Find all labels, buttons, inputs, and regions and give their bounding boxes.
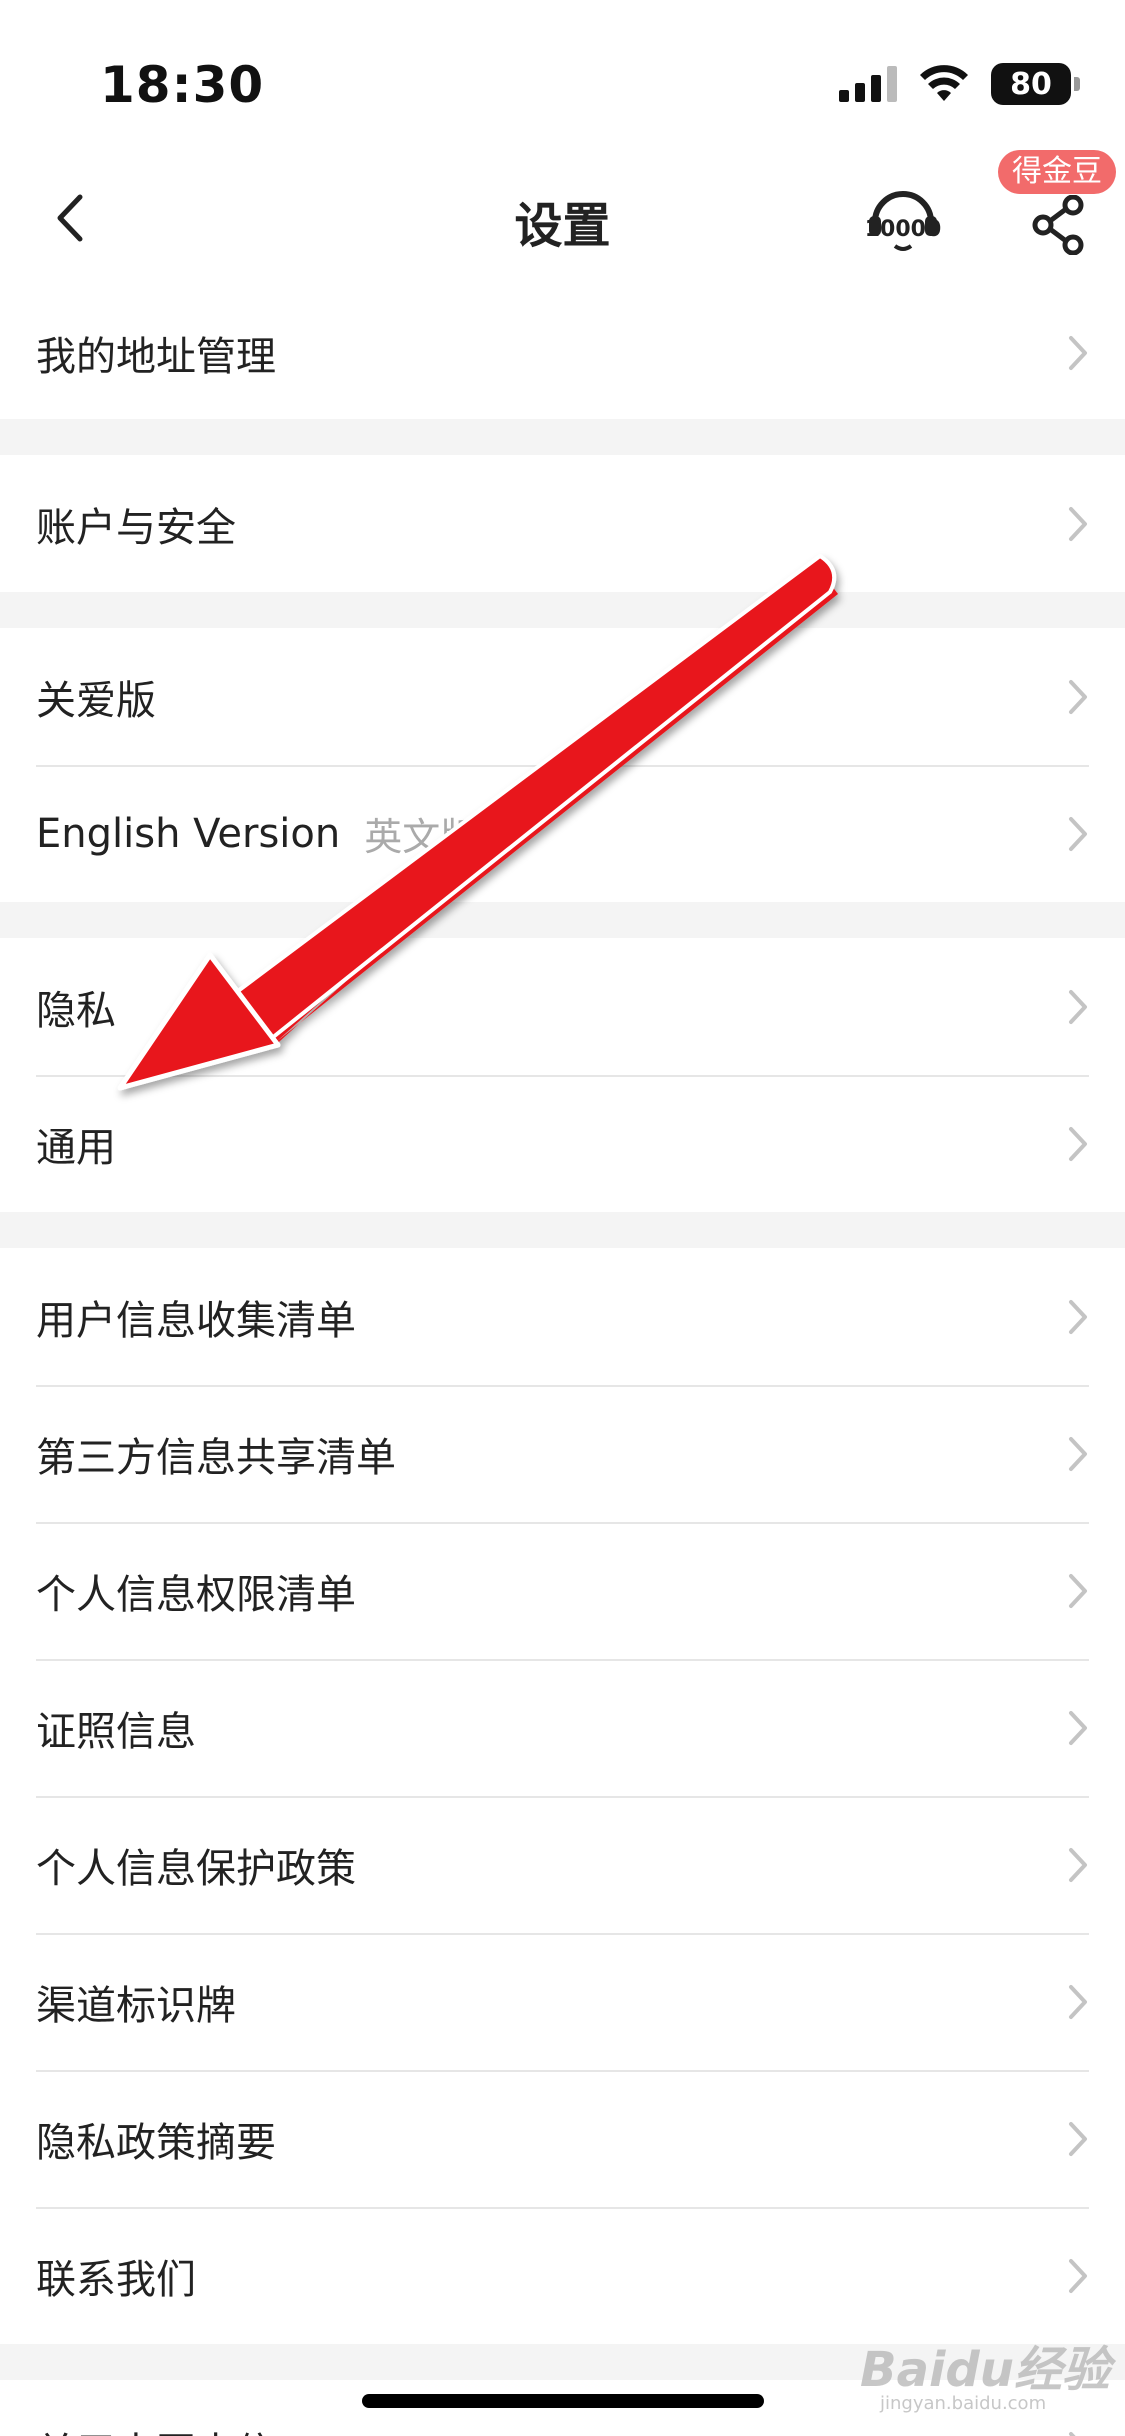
setting-item-label: 关于中国电信APP xyxy=(36,2420,352,2436)
setting-item-care-version[interactable]: 关爱版 xyxy=(0,628,1125,765)
home-indicator[interactable] xyxy=(362,2394,764,2408)
setting-item-license-info[interactable]: 证照信息 xyxy=(0,1659,1125,1796)
nav-bar: 设置 10000 得金豆 xyxy=(0,150,1125,286)
setting-item-permission-list[interactable]: 个人信息权限清单 xyxy=(0,1522,1125,1659)
settings-list: 我的地址管理 账户与安全 关爱版 English Version 英文版 隐私 … xyxy=(0,286,1125,2436)
setting-item-account-security[interactable]: 账户与安全 xyxy=(0,455,1125,592)
setting-item-english-version[interactable]: English Version 英文版 xyxy=(0,765,1125,902)
share-button[interactable] xyxy=(1024,190,1094,260)
setting-item-address[interactable]: 我的地址管理 xyxy=(0,286,1125,419)
setting-item-label: 通用 xyxy=(36,1124,116,1171)
settings-group: 隐私 通用 xyxy=(0,938,1125,1212)
setting-item-label: 账户与安全 xyxy=(36,504,236,551)
setting-item-privacy-summary[interactable]: 隐私政策摘要 xyxy=(0,2070,1125,2207)
page-title: 设置 xyxy=(514,198,611,254)
chevron-right-icon xyxy=(1069,335,1087,370)
status-time: 18:30 xyxy=(100,56,265,114)
battery-icon: 80 xyxy=(991,63,1080,105)
setting-item-label: 隐私 xyxy=(36,987,116,1034)
setting-item-label: 关爱版 xyxy=(36,677,156,724)
chevron-right-icon xyxy=(1069,2431,1077,2436)
chevron-right-icon xyxy=(1069,816,1087,851)
setting-item-third-party-sharing[interactable]: 第三方信息共享清单 xyxy=(0,1385,1125,1522)
svg-text:10000: 10000 xyxy=(865,217,941,242)
setting-item-contact-us[interactable]: 联系我们 xyxy=(0,2207,1125,2344)
chevron-right-icon xyxy=(1069,2121,1087,2156)
status-bar: 18:30 80 xyxy=(0,0,1125,150)
chevron-right-icon xyxy=(1069,679,1087,714)
chevron-right-icon xyxy=(1069,2258,1087,2293)
chevron-right-icon xyxy=(1069,1126,1087,1161)
chevron-right-icon xyxy=(1069,1573,1087,1608)
chevron-right-icon xyxy=(1069,989,1087,1024)
setting-item-label: 第三方信息共享清单 xyxy=(36,1434,396,1481)
settings-group: 我的地址管理 xyxy=(0,286,1125,419)
chevron-right-icon xyxy=(1069,506,1087,541)
customer-service-button[interactable]: 10000 xyxy=(862,180,944,262)
setting-item-label: 渠道标识牌 xyxy=(36,1982,236,2029)
coin-badge[interactable]: 得金豆 xyxy=(998,150,1116,194)
setting-item-label: 我的地址管理 xyxy=(36,333,276,380)
setting-item-channel-sign[interactable]: 渠道标识牌 xyxy=(0,1933,1125,2070)
setting-item-protection-policy[interactable]: 个人信息保护政策 xyxy=(0,1796,1125,1933)
cellular-signal-icon xyxy=(839,66,897,102)
chevron-right-icon xyxy=(1069,1847,1087,1882)
setting-item-sublabel: 英文版 xyxy=(364,815,479,859)
chevron-right-icon xyxy=(1069,1299,1087,1334)
setting-item-privacy[interactable]: 隐私 xyxy=(0,938,1125,1075)
wifi-icon xyxy=(920,65,968,101)
share-icon xyxy=(1032,195,1084,255)
settings-group: 用户信息收集清单 第三方信息共享清单 个人信息权限清单 证照信息 个人信息保护政… xyxy=(0,1248,1125,2344)
setting-item-general[interactable]: 通用 xyxy=(0,1075,1125,1212)
chevron-right-icon xyxy=(1069,1710,1087,1745)
settings-group: 账户与安全 xyxy=(0,455,1125,592)
customer-service-10000-icon: 10000 xyxy=(865,191,941,251)
setting-item-label: 个人信息权限清单 xyxy=(36,1571,356,1618)
status-icons: 80 xyxy=(839,62,1080,106)
setting-item-label: 个人信息保护政策 xyxy=(36,1845,356,1892)
setting-item-label: 隐私政策摘要 xyxy=(36,2119,276,2166)
setting-item-info-collection-list[interactable]: 用户信息收集清单 xyxy=(0,1248,1125,1385)
settings-group: 关爱版 English Version 英文版 xyxy=(0,628,1125,902)
setting-item-label: 证照信息 xyxy=(36,1708,196,1755)
setting-item-label: English Version xyxy=(36,810,341,857)
baidu-watermark: Baidu经验 xyxy=(860,2342,1110,2398)
setting-item-label: 用户信息收集清单 xyxy=(36,1297,356,1344)
setting-item-label: 联系我们 xyxy=(36,2256,196,2303)
baidu-watermark-url: jingyan.baidu.com xyxy=(880,2393,1047,2414)
chevron-right-icon xyxy=(1069,1984,1087,2019)
chevron-right-icon xyxy=(1069,1436,1087,1471)
